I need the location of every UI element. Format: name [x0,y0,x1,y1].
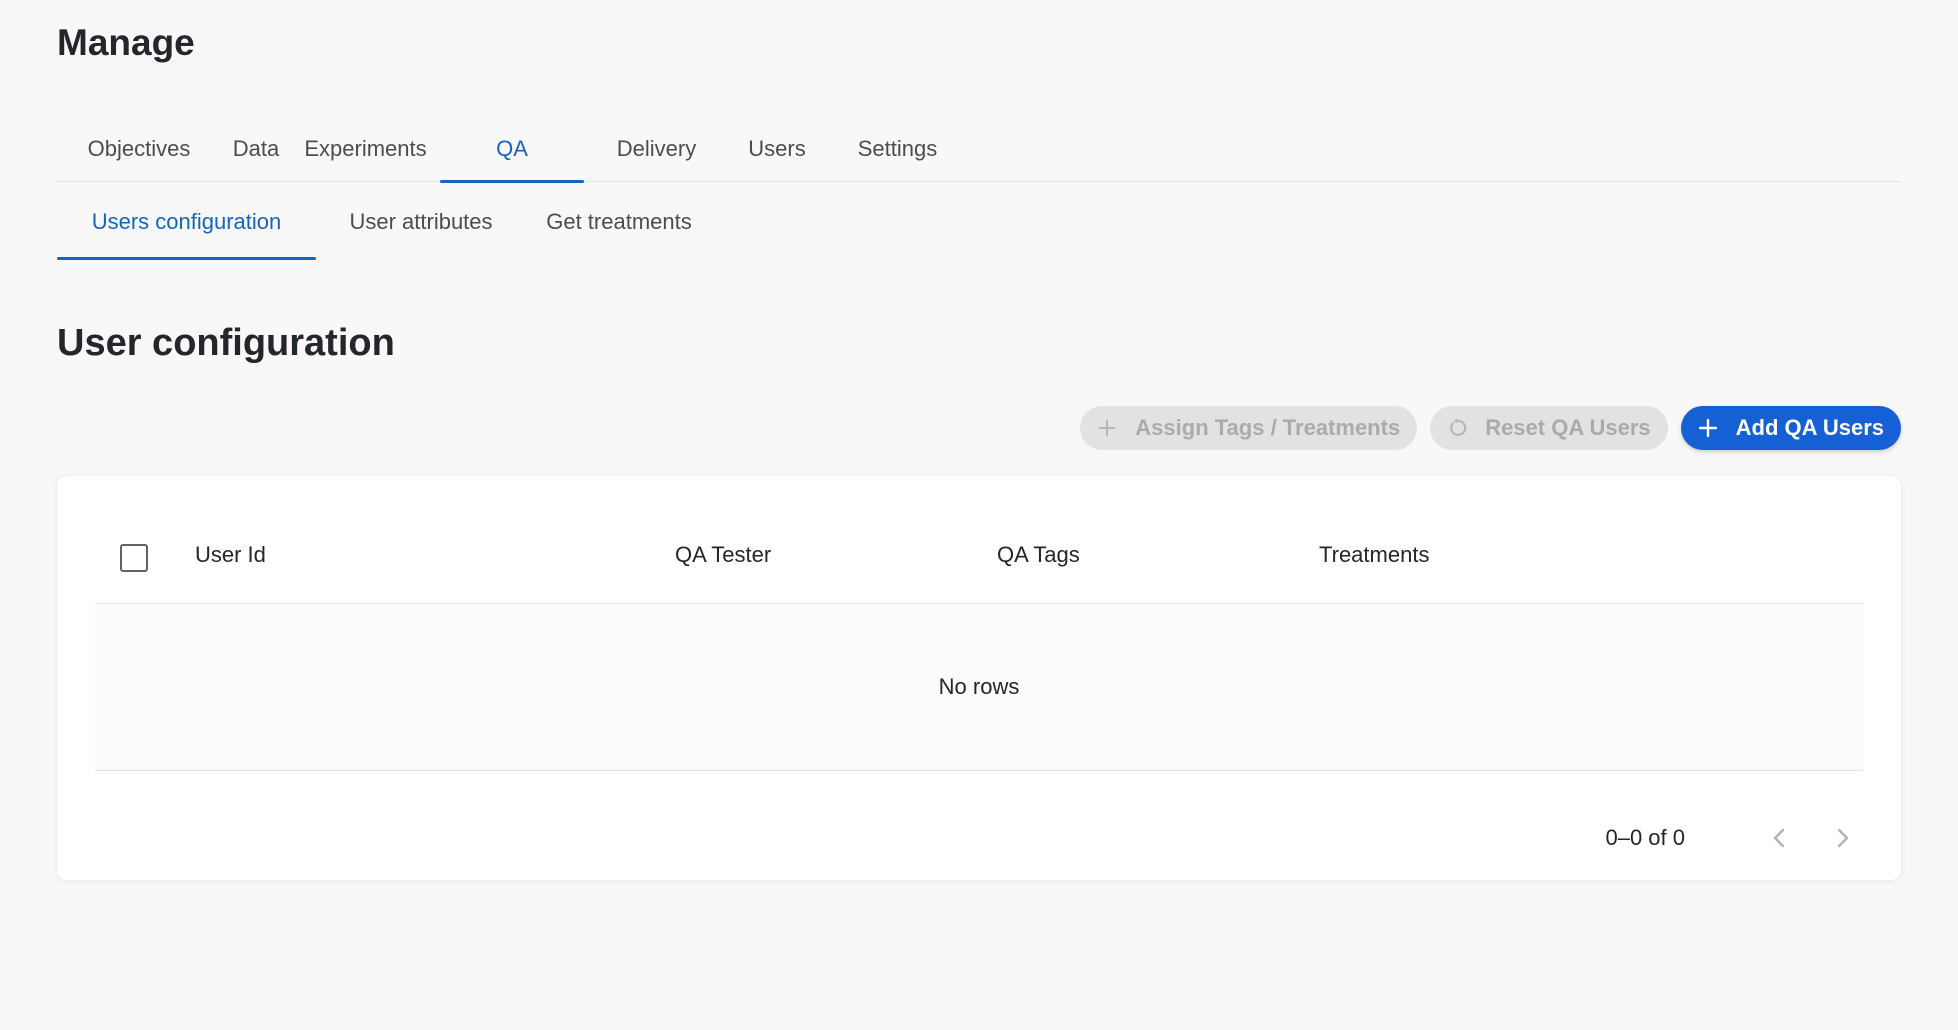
tab-settings[interactable]: Settings [825,115,970,182]
assign-tags-treatments-label: Assign Tags / Treatments [1135,415,1401,440]
add-qa-users-button[interactable]: Add QA Users [1680,406,1901,450]
sub-tabs: Users configuration User attributes Get … [57,183,712,260]
main-tabs: Objectives Data Experiments QA Delivery … [57,115,1901,183]
users-table-card: User Id QA Tester QA Tags Treatments No … [57,476,1901,880]
previous-page-button[interactable] [1759,818,1799,858]
column-header-treatments[interactable]: Treatments [1319,542,1429,568]
section-title: User configuration [57,322,395,364]
page: Manage Objectives Data Experiments QA De… [0,0,1958,1030]
tab-users[interactable]: Users [729,115,825,182]
chevron-right-icon [1837,828,1849,847]
subtab-user-attributes[interactable]: User attributes [316,183,526,260]
column-header-qa-tester[interactable]: QA Tester [675,542,771,568]
assign-tags-treatments-button[interactable]: Assign Tags / Treatments [1080,406,1418,450]
tab-data[interactable]: Data [221,115,291,182]
pagination-count: 0–0 of 0 [1605,824,1685,850]
refresh-icon [1446,417,1468,439]
reset-qa-users-button[interactable]: Reset QA Users [1430,406,1668,450]
subtab-users-configuration[interactable]: Users configuration [57,183,316,260]
column-header-qa-tags[interactable]: QA Tags [997,542,1080,568]
column-header-user-id[interactable]: User Id [195,542,266,568]
toolbar: Assign Tags / Treatments Reset QA Users … [1080,406,1901,450]
tab-objectives[interactable]: Objectives [57,115,221,182]
chevron-left-icon [1773,828,1785,847]
reset-qa-users-label: Reset QA Users [1485,415,1651,440]
table-header: User Id QA Tester QA Tags Treatments [95,476,1863,604]
table-body: No rows [95,604,1863,771]
tab-delivery[interactable]: Delivery [584,115,729,182]
plus-icon [1096,417,1118,439]
plus-icon [1697,417,1719,439]
select-all-checkbox[interactable] [120,544,148,572]
subtab-get-treatments[interactable]: Get treatments [526,183,712,260]
tab-qa[interactable]: QA [440,115,584,183]
pagination: 0–0 of 0 [1605,795,1863,880]
next-page-button[interactable] [1823,818,1863,858]
page-title: Manage [57,22,195,63]
add-qa-users-label: Add QA Users [1735,415,1884,440]
empty-state-text: No rows [938,674,1020,699]
tab-experiments[interactable]: Experiments [291,115,440,182]
